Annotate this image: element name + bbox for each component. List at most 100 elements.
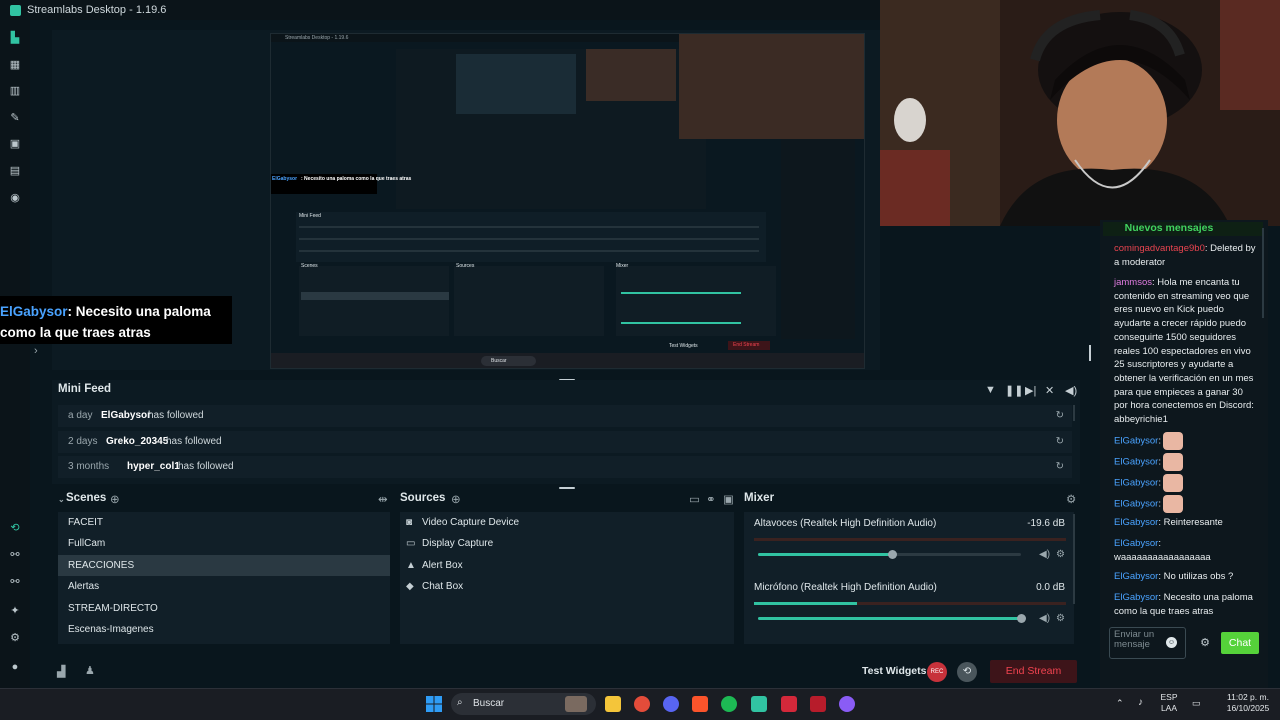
inner-test-widgets: Test Widgets (669, 343, 698, 349)
brave-icon[interactable] (692, 696, 708, 712)
chat-username[interactable]: ElGabysor (1114, 538, 1158, 549)
chat-message: ElGabysor: waaaaaaaaaaaaaaaaa (1114, 537, 1256, 564)
volume-icon[interactable]: ◀) (1065, 384, 1077, 397)
resize-handle[interactable] (559, 487, 575, 489)
app-icon[interactable] (839, 696, 855, 712)
microphone-icon[interactable]: ♪ (1138, 697, 1143, 708)
pause-icon[interactable]: ❚❚ (1005, 384, 1023, 397)
windows-start-icon[interactable] (426, 696, 442, 712)
clock[interactable]: 11:02 p. m. 16/10/2025 (1220, 692, 1276, 714)
highlighter-icon[interactable]: ▤ (8, 163, 22, 177)
file-explorer-icon[interactable] (605, 696, 621, 712)
app-store-icon[interactable]: ▣ (8, 136, 22, 150)
preview-scrollbar[interactable] (1089, 345, 1091, 361)
emoji-icon[interactable]: ☺ (1166, 637, 1177, 648)
chat-message: jammsos: Hola me encanta tu contenido en… (1114, 276, 1256, 427)
collapse-chevron-icon[interactable]: ⌄ (58, 495, 65, 504)
streamlabs-taskbar-icon[interactable] (751, 696, 767, 712)
source-item[interactable]: ◙ Video Capture Device (406, 515, 519, 531)
test-widgets-button[interactable]: Test Widgets (862, 665, 926, 677)
tray-chevron-up-icon[interactable]: ⌃ (1116, 698, 1124, 709)
cloud-icon[interactable]: ⚯ (8, 574, 22, 588)
source-folder-icon[interactable]: ▭ (689, 492, 700, 506)
language-indicator[interactable]: ESP LAA (1156, 692, 1182, 714)
inner-slider (621, 322, 741, 324)
studio-mode-icon[interactable]: ▥ (8, 83, 22, 97)
chat-username[interactable]: ElGabysor (1114, 478, 1158, 489)
mixer-channel-db: -19.6 dB (1027, 518, 1065, 529)
scene-transition-icon[interactable]: ⇹ (378, 492, 388, 506)
inner-scenes (299, 266, 449, 336)
scene-item[interactable]: FACEIT (58, 512, 390, 533)
source-properties-icon[interactable]: ▣ (723, 492, 734, 506)
mixer-volume-slider[interactable] (758, 614, 1026, 623)
chat-settings-icon[interactable]: ⚙ (1199, 637, 1211, 649)
editor-icon[interactable]: ▙ (8, 30, 22, 44)
chat-username[interactable]: comingadvantage9b0 (1114, 243, 1205, 254)
scene-item[interactable]: FullCam (58, 533, 390, 554)
mute-alerts-icon[interactable]: ✕ (1045, 384, 1054, 397)
capcut-icon[interactable] (781, 696, 797, 712)
source-item[interactable]: ◆ Chat Box (406, 579, 463, 595)
chat-text: : (1158, 435, 1161, 447)
add-scene-icon[interactable]: ⊕ (110, 492, 120, 506)
source-item[interactable]: ▲ Alert Box (406, 558, 463, 574)
chat-username[interactable]: ElGabysor (1114, 571, 1158, 582)
chat-username[interactable]: ElGabysor (1114, 436, 1158, 447)
chevron-right-icon[interactable]: › (34, 345, 38, 357)
mixer-volume-slider[interactable] (758, 550, 1021, 559)
source-group-icon[interactable]: ⚭ (706, 492, 716, 506)
replay-buffer-icon[interactable]: ⟲ (957, 662, 977, 682)
replay-alert-icon[interactable]: ↻ (1056, 405, 1064, 427)
antivirus-icon[interactable] (810, 696, 826, 712)
mixer-volume-knob[interactable] (1016, 614, 1026, 623)
mixer-settings-icon[interactable]: ⚙ (1066, 492, 1076, 506)
profile-icon[interactable]: ● (8, 660, 22, 674)
language-code: ESP (1160, 692, 1178, 702)
notifications-icon[interactable]: ♟ (85, 664, 95, 677)
chat-username[interactable]: ElGabysor (1114, 457, 1158, 468)
end-stream-button[interactable]: End Stream (990, 660, 1077, 683)
record-button[interactable]: REC (927, 662, 947, 682)
chat-send-button[interactable]: Chat (1221, 632, 1259, 654)
channel-settings-icon[interactable]: ⚙ (1056, 549, 1065, 560)
add-source-icon[interactable]: ⊕ (451, 492, 461, 506)
scene-item[interactable]: Alertas (58, 576, 390, 597)
skip-icon[interactable]: ▶| (1025, 384, 1036, 397)
scene-item[interactable]: REACCIONES (58, 554, 390, 576)
record-icon[interactable]: ◉ (8, 190, 22, 204)
replay-alert-icon[interactable]: ↻ (1056, 456, 1064, 478)
channel-settings-icon[interactable]: ⚙ (1056, 613, 1065, 624)
chat-username[interactable]: ElGabysor (1114, 592, 1158, 603)
chat-username[interactable]: ElGabysor (1114, 517, 1158, 528)
filter-icon[interactable]: ▼ (985, 384, 996, 396)
settings-icon[interactable]: ⚙ (8, 630, 22, 644)
discord-icon[interactable] (663, 696, 679, 712)
replay-alert-icon[interactable]: ↻ (1056, 431, 1064, 453)
sparkle-icon[interactable]: ✦ (8, 603, 22, 617)
mixer-volume-knob[interactable] (887, 550, 897, 559)
source-item[interactable]: ▭ Display Capture (406, 536, 493, 552)
scenes-title: Scenes (66, 492, 107, 504)
dashboard-icon[interactable]: ⟲ (8, 520, 22, 534)
chrome-icon[interactable] (634, 696, 650, 712)
stats-icon[interactable]: ▟ (57, 665, 65, 678)
layout-icon[interactable]: ▦ (8, 57, 22, 71)
chat-scrollbar[interactable] (1262, 228, 1264, 318)
feed-scrollbar[interactable] (1073, 405, 1075, 421)
overlay-message-1: : Necesito una paloma (67, 304, 211, 319)
emote-icon (1163, 432, 1183, 450)
themes-icon[interactable]: ✎ (8, 110, 22, 124)
network-icon[interactable]: ▭ (1192, 698, 1201, 709)
mute-icon[interactable]: ◀) (1039, 613, 1050, 624)
inner-feed-row (299, 226, 759, 228)
integrations-icon[interactable]: ⚯ (8, 547, 22, 561)
chat-username[interactable]: jammsos (1114, 277, 1152, 288)
window-titlebar: Streamlabs Desktop - 1.19.6 (0, 0, 880, 20)
chat-username[interactable]: ElGabysor (1114, 499, 1158, 510)
mixer-scrollbar[interactable] (1073, 514, 1075, 604)
scene-item[interactable]: STREAM-DIRECTO (58, 598, 390, 619)
mute-icon[interactable]: ◀) (1039, 549, 1050, 560)
spotify-icon[interactable] (721, 696, 737, 712)
scene-item[interactable]: Escenas-Imagenes (58, 619, 390, 640)
